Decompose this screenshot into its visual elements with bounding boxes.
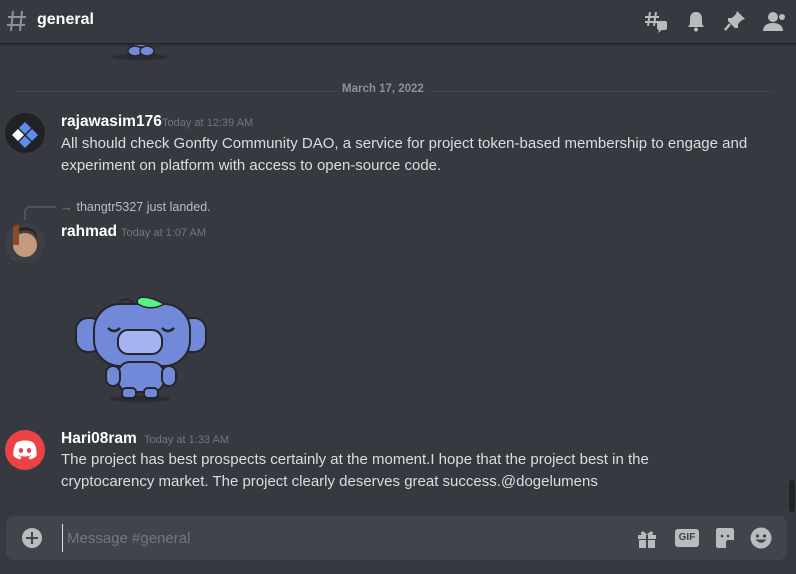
diamond-logo-icon <box>12 122 38 148</box>
date-divider-label: March 17, 2022 <box>338 83 428 95</box>
scrollbar-thumb[interactable] <box>789 480 795 512</box>
avatar[interactable] <box>5 430 45 470</box>
reply-connector <box>24 206 56 220</box>
gif-button[interactable]: GIF <box>675 529 699 547</box>
username[interactable]: rahmad <box>61 223 117 241</box>
message-content: All should check Gonfty Community DAO, a… <box>61 135 748 174</box>
threads-icon[interactable] <box>644 9 668 33</box>
channel-name: general <box>37 11 94 28</box>
timestamp: Today at 1:07 AM <box>121 227 206 239</box>
message-composer: GIF <box>6 516 787 560</box>
pin-icon[interactable] <box>723 9 747 33</box>
username[interactable]: rajawasim176 <box>61 113 162 131</box>
timestamp: Today at 1:33 AM <box>144 434 229 446</box>
system-message-text: thangtr5327 just landed. <box>76 200 211 214</box>
user-photo-icon <box>5 223 45 263</box>
join-arrow-icon: → <box>60 200 73 214</box>
members-icon[interactable] <box>763 9 787 33</box>
emoji-icon[interactable] <box>749 526 773 550</box>
channel-header: general <box>0 0 796 44</box>
message-list: March 17, 2022 rajawasim176 Today at 12:… <box>0 45 786 515</box>
username[interactable]: Hari08ram <box>61 430 137 448</box>
message-input[interactable] <box>62 524 622 552</box>
upload-plus-icon[interactable] <box>22 528 42 548</box>
discord-logo-icon <box>13 440 37 460</box>
bell-icon[interactable] <box>684 9 708 33</box>
avatar[interactable] <box>5 223 45 263</box>
message-content: The project has best prospects certainly… <box>61 451 649 490</box>
wumpus-sticker-partial <box>112 45 168 60</box>
avatar[interactable] <box>5 113 45 153</box>
system-message: → thangtr5327 just landed. <box>60 200 211 214</box>
hashtag-icon <box>7 10 26 32</box>
timestamp: Today at 12:39 AM <box>162 117 254 129</box>
sticker-icon[interactable] <box>713 526 737 550</box>
wumpus-sticker[interactable] <box>74 296 210 404</box>
gift-icon[interactable] <box>635 526 659 550</box>
